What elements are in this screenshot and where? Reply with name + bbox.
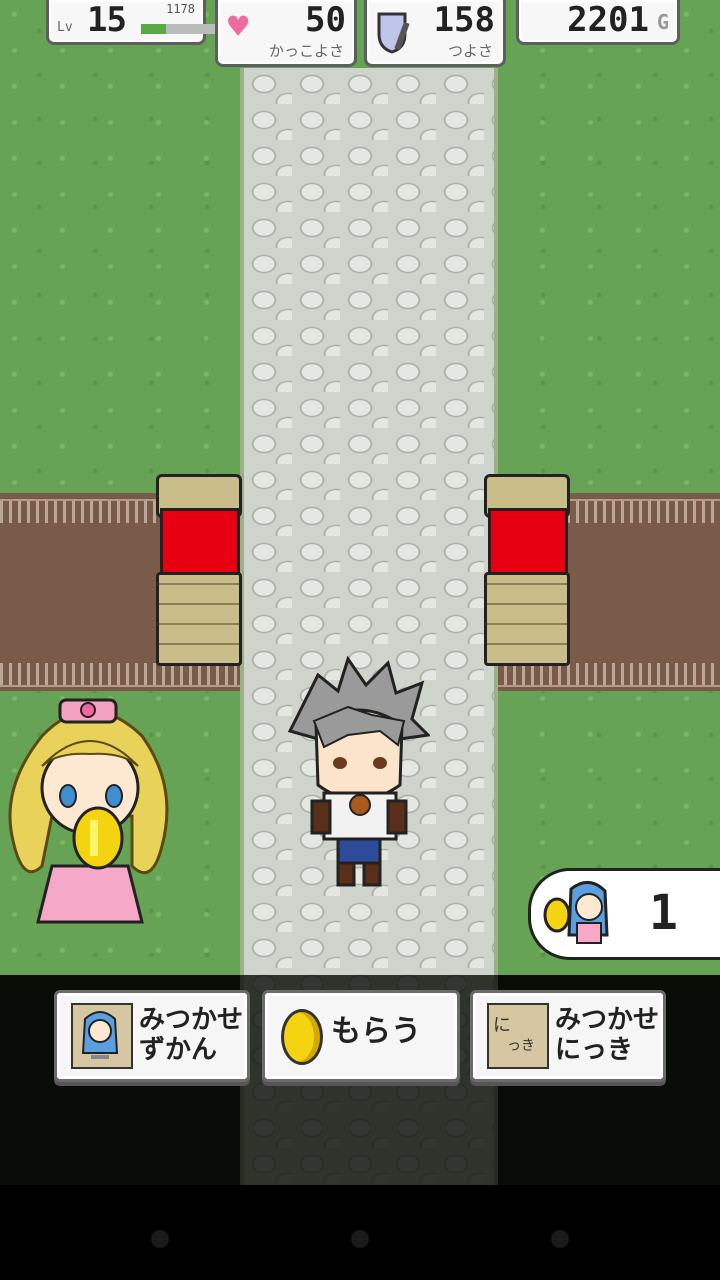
gold-panel[interactable]: 2201 G — [516, 0, 680, 45]
recents-nav-icon[interactable] — [551, 1230, 569, 1248]
diary-label: みつかせ にっき — [555, 1005, 660, 1065]
exp-fill — [141, 24, 166, 34]
charm-panel[interactable]: ♥ 50 かっこよさ — [215, 0, 357, 67]
level-panel[interactable]: Lv 15 1178 — [46, 0, 241, 45]
diary-icon-text: に — [493, 1015, 511, 1036]
get-label: もらう — [331, 1014, 421, 1049]
diary-button[interactable]: に っき みつかせ にっき — [470, 990, 666, 1082]
diary-icon: に っき — [487, 1003, 549, 1069]
back-nav-icon[interactable] — [151, 1230, 169, 1248]
shield-sword-icon — [377, 12, 410, 54]
finder-count: 1 — [649, 885, 678, 941]
gate-pillar-right — [484, 474, 570, 666]
get-coin-button[interactable]: もらう — [262, 990, 460, 1082]
gold-value: 2201 — [567, 0, 649, 40]
hero-character[interactable] — [288, 655, 430, 887]
finder-counter[interactable]: 1 — [528, 868, 720, 960]
charm-label: かっこよさ — [268, 42, 344, 60]
gold-unit: G — [656, 10, 669, 34]
game-scene: 1 みつかせ ずかん もらう に っき みつかせ にっき — [0, 0, 720, 1185]
heart-icon: ♥ — [228, 7, 249, 47]
level-tag: Lv — [57, 20, 73, 35]
diary-icon-text2: っき — [507, 1038, 535, 1054]
exp-value: 1178 — [166, 2, 195, 16]
zukan-book-icon — [71, 1003, 133, 1069]
blue-girl-coin-icon — [543, 881, 609, 944]
gate-pillar-left — [156, 474, 242, 666]
power-panel[interactable]: 158 つよさ — [364, 0, 506, 67]
princess-character[interactable] — [2, 696, 178, 930]
zukan-button[interactable]: みつかせ ずかん — [54, 990, 250, 1082]
charm-value: 50 — [305, 0, 346, 40]
zukan-label: みつかせ ずかん — [139, 1005, 244, 1065]
home-nav-icon[interactable] — [351, 1230, 369, 1248]
coin-icon — [281, 1009, 323, 1065]
power-value: 158 — [433, 0, 495, 40]
level-value: 15 — [87, 0, 127, 40]
power-label: つよさ — [447, 42, 493, 60]
